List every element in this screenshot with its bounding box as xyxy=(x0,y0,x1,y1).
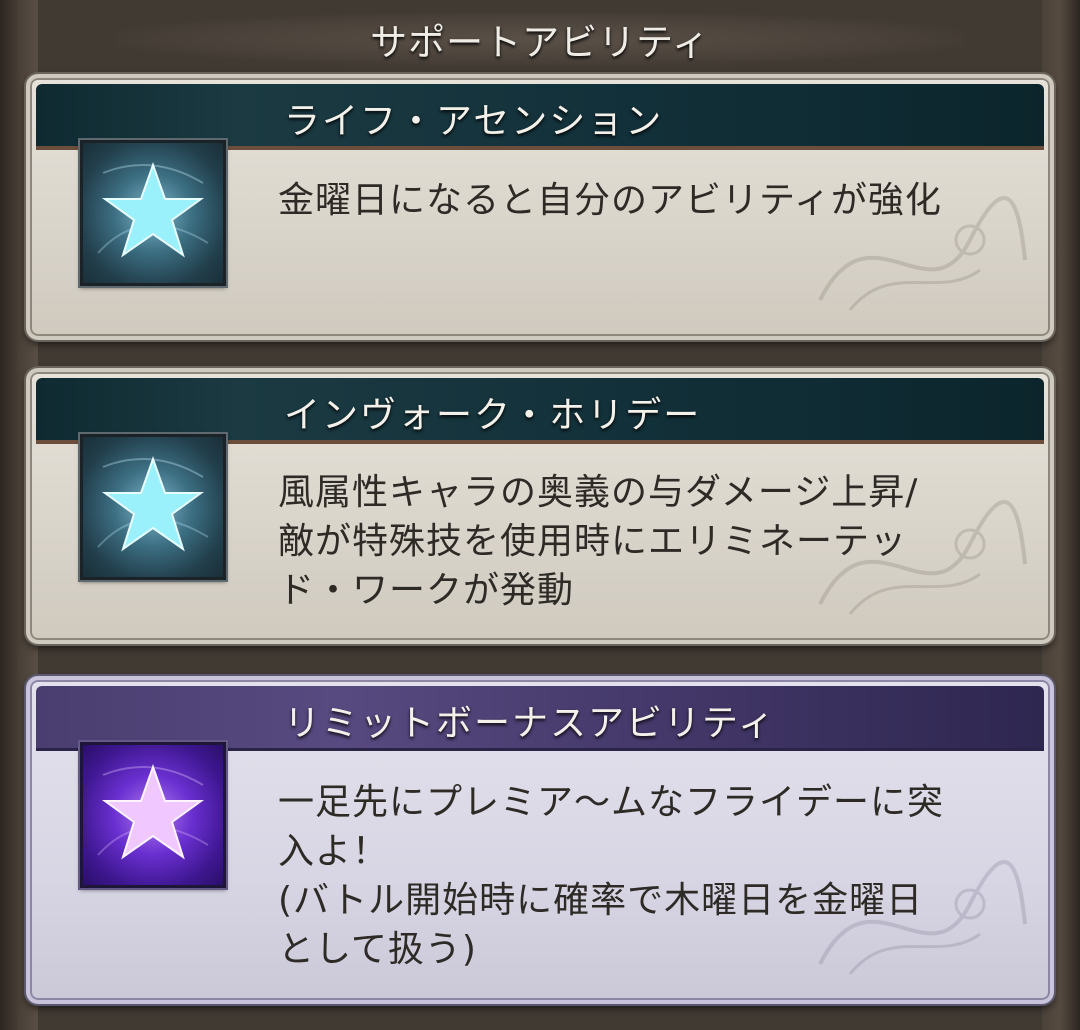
section-header: サポートアビリティ xyxy=(115,12,965,66)
ability-card[interactable]: ライフ・アセンション 金曜日になると自分のアビリティが強化 xyxy=(26,74,1054,340)
star-icon xyxy=(80,140,226,286)
ability-card[interactable]: インヴォーク・ホリデー 風属性キャラの奥義の与ダメージ上昇/ 敵が特殊技を使用時… xyxy=(26,368,1054,644)
ability-name: インヴォーク・ホリデー xyxy=(284,395,702,436)
ability-name: ライフ・アセンション xyxy=(284,101,664,142)
star-icon xyxy=(80,742,226,888)
ability-description: 風属性キャラの奥義の与ダメージ上昇/ 敵が特殊技を使用時にエリミネーテッ ド・ワ… xyxy=(278,472,919,611)
ability-description: 一足先にプレミア～ムなフライデーに突 入よ！ (バトル開始時に確率で木曜日を金曜… xyxy=(278,782,945,970)
star-icon xyxy=(80,434,226,580)
ability-description: 金曜日になると自分のアビリティが強化 xyxy=(278,180,942,221)
ability-name: リミットボーナスアビリティ xyxy=(284,703,776,744)
limit-bonus-card[interactable]: リミットボーナスアビリティ 一足先にプレミア～ムなフライデーに突 入よ！ (バト… xyxy=(26,676,1054,1004)
section-title: サポートアビリティ xyxy=(370,21,710,64)
